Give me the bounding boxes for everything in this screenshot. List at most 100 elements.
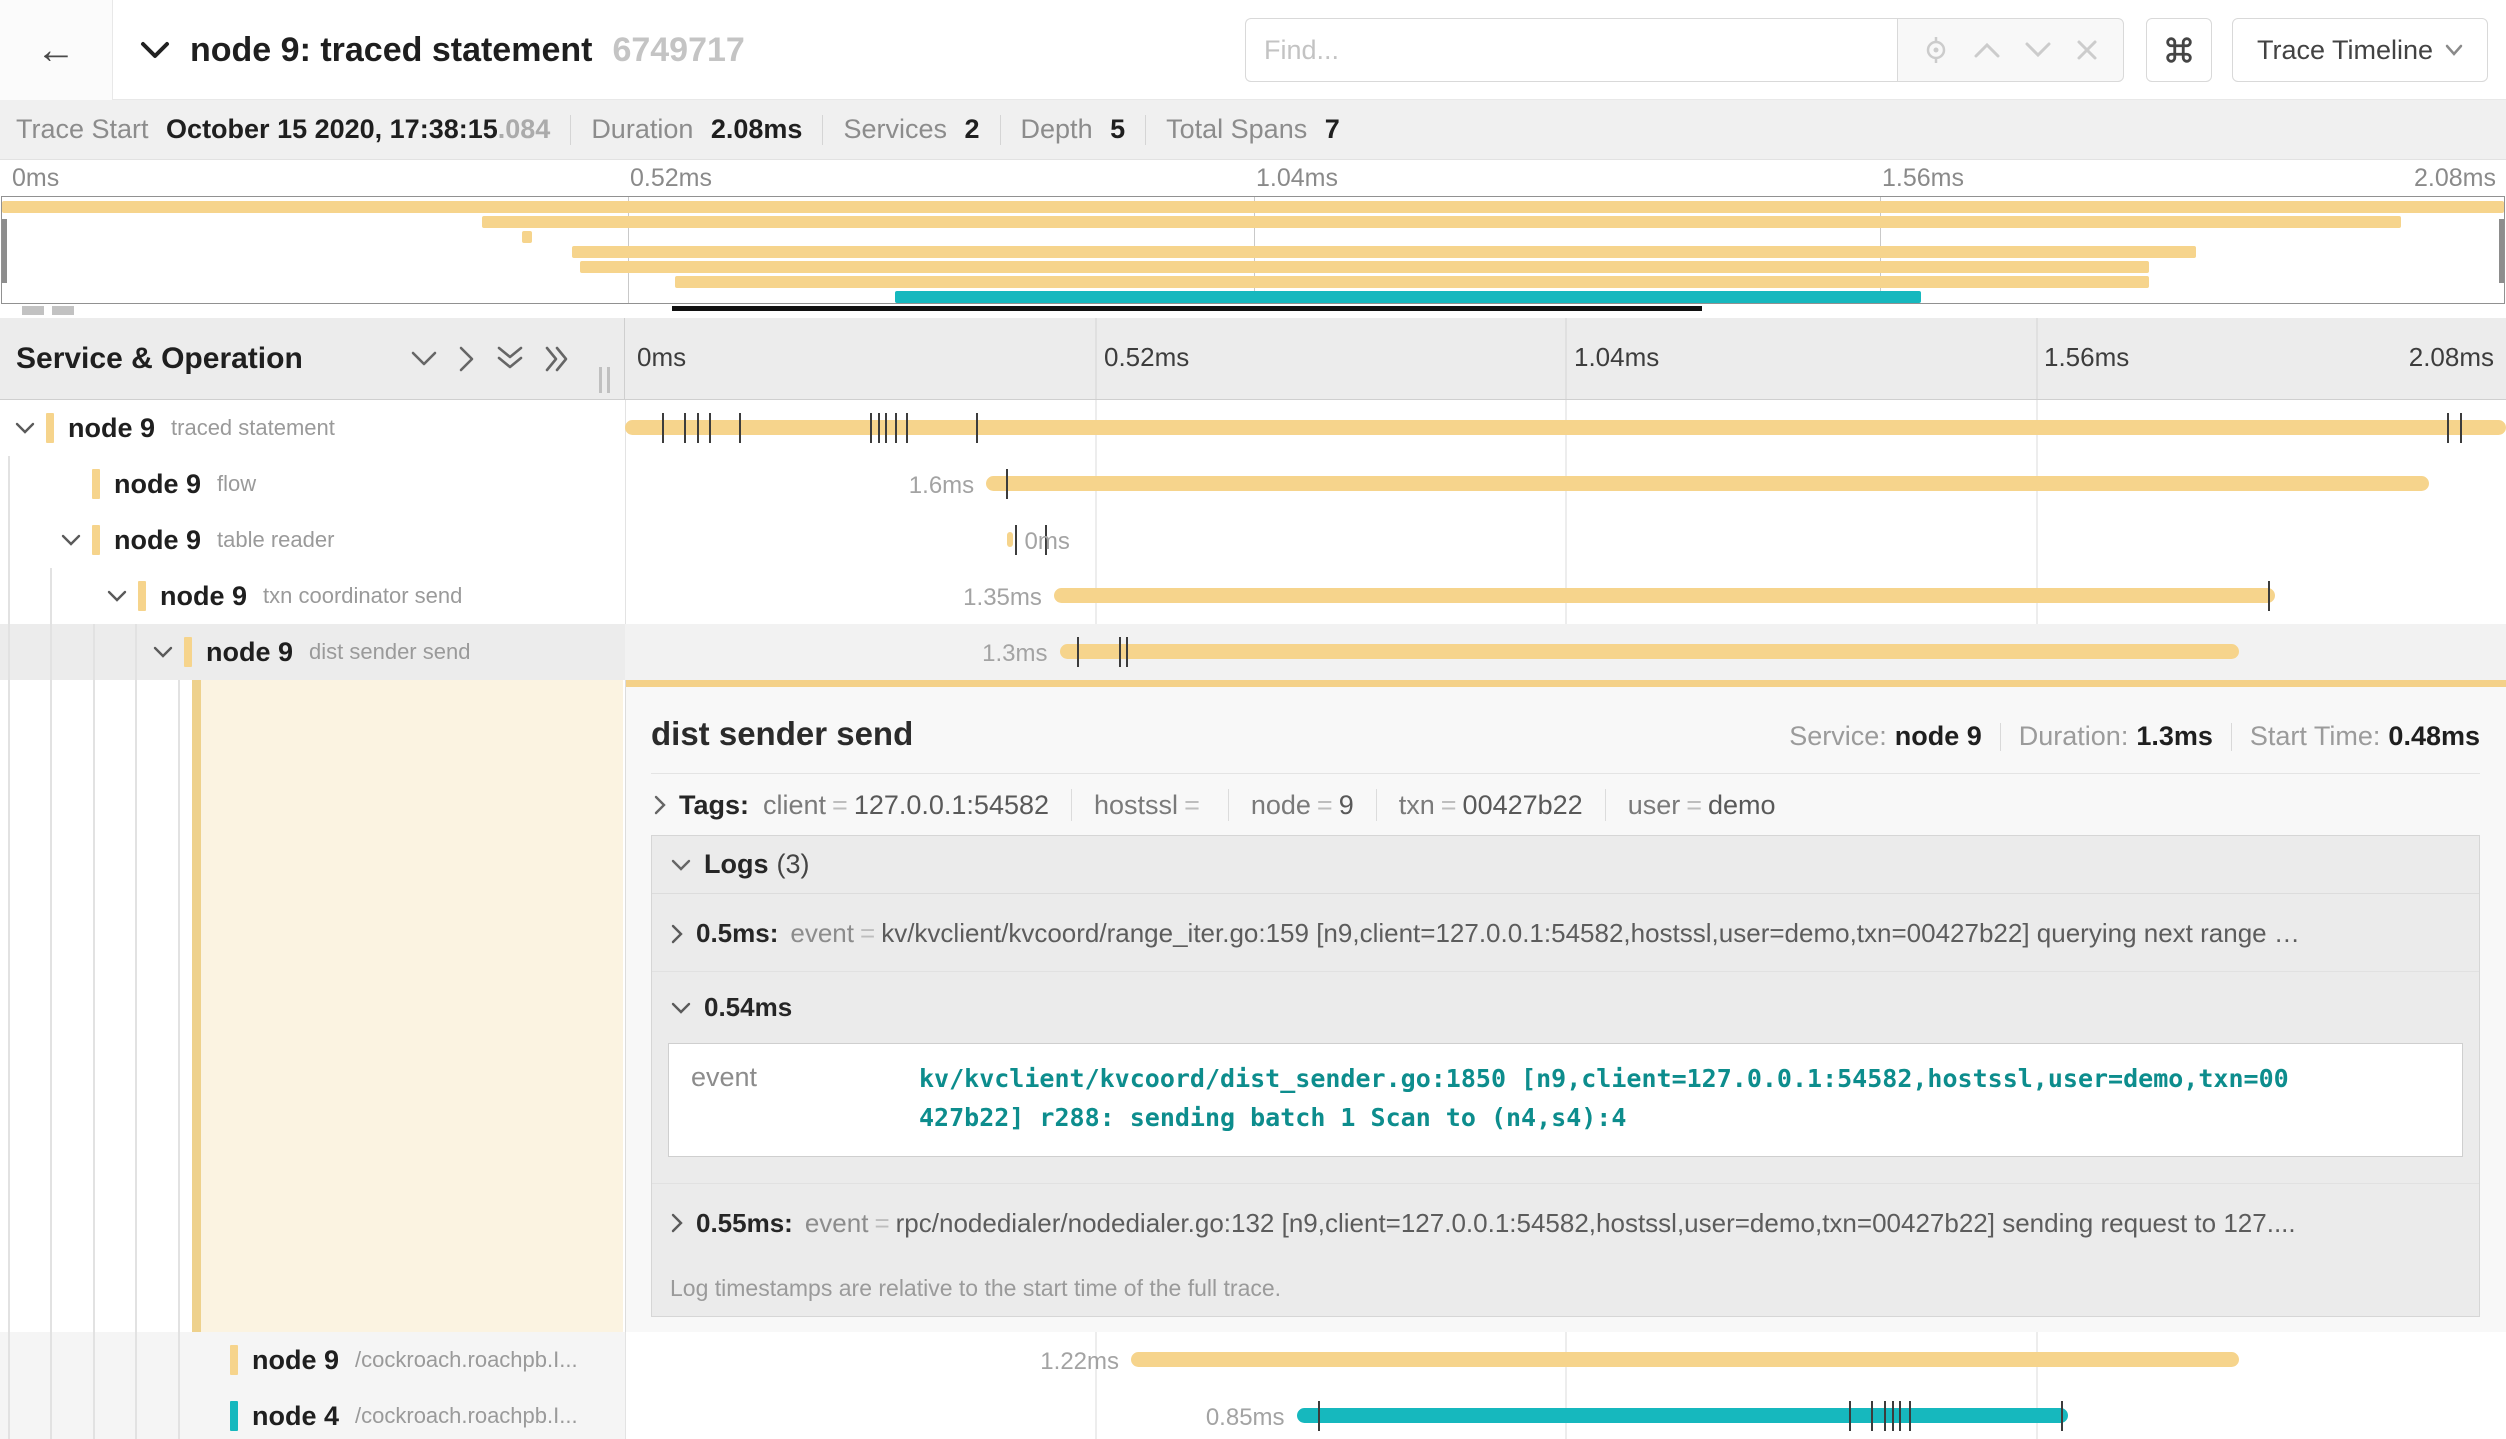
span-bar-cell[interactable]: 1.22ms [625,1332,2506,1388]
span-name-cell[interactable]: node 9txn coordinator send [0,568,625,624]
log-marker-tick [895,413,897,443]
viewport-scrubber-handle[interactable] [52,306,74,315]
keyboard-shortcuts-button[interactable] [2146,18,2212,82]
span-bar-cell[interactable]: 0ms [625,512,2506,568]
find-tools [1897,18,2124,82]
span-duration-bar[interactable] [986,476,2429,491]
span-accent-strip [626,680,2506,687]
span-bar-cell[interactable] [625,400,2506,456]
log-field-value: kv/kvclient/kvcoord/range_iter.go:159 [n… [881,918,2300,949]
meta-label: Duration: [2019,721,2129,752]
span-bar-cell[interactable]: 0.85ms [625,1388,2506,1439]
span-bar-cell[interactable]: 1.35ms [625,568,2506,624]
trace-id: 6749717 [612,31,744,70]
ruler-tick-label: 1.56ms [2044,342,2129,373]
span-duration-bar[interactable] [1060,644,2239,659]
span-name-cell[interactable]: node 4/cockroach.roachpb.I... [0,1388,625,1439]
ruler-tick-label: 2.08ms [2414,164,2496,193]
ruler-gridline [1565,318,1567,399]
trace-info-label: Services [843,114,954,144]
chevron-right-icon [670,1212,684,1234]
meta-value: 0.48ms [2388,721,2480,752]
tags-accordion[interactable]: Tags: client=127.0.0.1:54582hostssl=node… [651,774,2480,835]
span-bar-cell[interactable]: 1.6ms [625,456,2506,512]
span-row[interactable]: node 4/cockroach.roachpb.I...0.85ms [0,1388,2506,1439]
viewport-drag-handle-right[interactable] [2499,219,2504,283]
logs-header[interactable]: Logs (3) [652,836,2479,894]
tag-separator [1071,789,1072,821]
log-marker-tick [1015,525,1017,555]
viewport-drag-handle-left[interactable] [2,219,7,283]
trace-info-value: 2.08ms [711,114,803,144]
tag-separator [1605,789,1606,821]
prev-result-icon[interactable] [1974,42,2000,58]
trace-info-item: Services 2 [843,114,979,145]
clear-search-icon[interactable] [2075,38,2099,62]
expand-all-icon[interactable] [544,345,572,373]
log-entries: 0.5ms:event=kv/kvclient/kvcoord/range_it… [652,894,2479,1261]
span-detail-row: dist sender send Service:node 9Duration:… [0,680,2506,1332]
span-row[interactable]: node 9traced statement [0,400,2506,456]
trace-info-label: Total Spans [1166,114,1315,144]
span-duration-bar[interactable] [1054,588,2275,603]
span-row[interactable]: node 9txn coordinator send 1.35ms [0,568,2506,624]
find-input[interactable] [1245,18,1897,82]
span-name-cell[interactable]: node 9dist sender send [0,624,625,680]
viewport-scrubber-handle[interactable] [22,306,44,315]
view-selector-button[interactable]: Trace Timeline [2232,18,2488,82]
span-color-marker [138,581,146,611]
log-entry-header[interactable]: 0.55ms:event=rpc/nodedialer/nodedialer.g… [652,1184,2479,1261]
span-row[interactable]: node 9/cockroach.roachpb.I...1.22ms [0,1332,2506,1388]
collapse-all-icon[interactable] [496,345,524,373]
viewport-range-line[interactable] [672,306,1702,311]
ruler-tick-label: 2.08ms [2409,342,2494,373]
trace-info-value: 2 [965,114,980,144]
span-row[interactable]: node 9table reader0ms [0,512,2506,568]
log-entry-header[interactable]: 0.5ms:event=kv/kvclient/kvcoord/range_it… [652,894,2479,971]
log-marker-tick [885,413,887,443]
next-result-icon[interactable] [2025,42,2051,58]
span-duration-label: 1.35ms [963,584,1042,612]
span-bar-cell[interactable]: 1.3ms [625,624,2506,680]
span-operation-name: flow [217,471,256,497]
trace-info-bar: Trace Start October 15 2020, 17:38:15.08… [0,100,2506,160]
tag-equals: = [1435,790,1463,820]
span-operation-name: txn coordinator send [263,583,462,609]
minimap-span-bar [2,201,2504,213]
logs-footnote: Log timestamps are relative to the start… [652,1261,2479,1316]
log-entry-header[interactable]: 0.54ms [652,972,2479,1035]
span-row[interactable]: node 9dist sender send1.3ms [0,624,2506,680]
span-name-cell[interactable]: node 9flow [0,456,625,512]
span-name-cell[interactable]: node 9/cockroach.roachpb.I... [0,1332,625,1388]
log-timestamp: 0.54ms [704,992,792,1023]
collapse-one-icon[interactable] [410,350,438,368]
span-duration-bar[interactable] [1131,1352,2239,1367]
span-name-cell[interactable]: node 9table reader [0,512,625,568]
chevron-down-icon[interactable] [14,421,46,435]
focus-match-icon[interactable] [1922,36,1950,64]
log-marker-tick [709,413,711,443]
log-marker-tick [1892,1401,1894,1431]
log-marker-tick [1318,1401,1320,1431]
log-equals: = [868,1208,895,1239]
span-name-cell[interactable]: node 9traced statement [0,400,625,456]
log-kv-table: eventkv/kvclient/kvcoord/dist_sender.go:… [668,1043,2463,1157]
chevron-down-icon[interactable] [152,645,184,659]
span-duration-bar[interactable] [1297,1408,2068,1423]
expand-one-icon[interactable] [458,345,476,373]
span-title: dist sender send [651,715,913,753]
span-service-name: node 9 [114,525,201,556]
tag-equals: = [1178,790,1206,820]
log-timestamp: 0.55ms: [696,1208,793,1239]
chevron-down-icon [2445,44,2463,56]
span-color-marker [92,525,100,555]
log-marker-tick [878,413,880,443]
span-row[interactable]: node 9flow1.6ms [0,456,2506,512]
span-duration-bar[interactable] [1007,532,1013,547]
column-resizer-handle[interactable] [599,367,610,393]
back-button[interactable]: ← [0,0,113,100]
chevron-down-icon[interactable] [106,589,138,603]
minimap-canvas[interactable] [1,196,2505,304]
collapse-trace-chevron-icon[interactable] [140,40,170,60]
chevron-down-icon[interactable] [60,533,92,547]
